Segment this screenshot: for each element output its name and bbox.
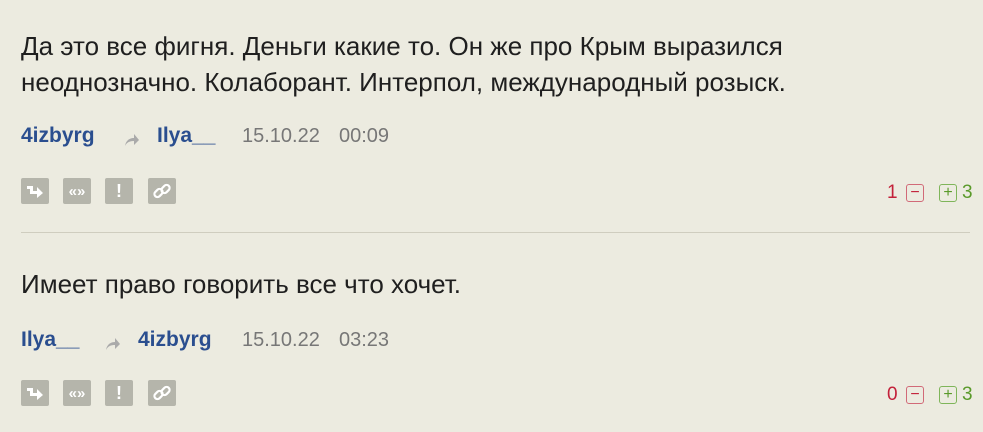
rating: 1 − + 3 <box>887 181 973 205</box>
vote-minus-button[interactable]: − <box>906 184 924 202</box>
link-icon[interactable] <box>148 380 176 406</box>
vote-plus-button[interactable]: + <box>939 184 957 202</box>
reply-icon[interactable] <box>21 380 49 406</box>
comment-time: 03:23 <box>339 329 390 351</box>
positive-count: 3 <box>962 384 973 405</box>
comment-text: Имеет право говорить все что хочет. <box>21 266 461 302</box>
reply-icon[interactable] <box>21 178 49 204</box>
comment-time: 00:09 <box>339 125 390 147</box>
comment: Да это все фигня. Деньги какие то. Он же… <box>0 0 983 232</box>
reply-arrow-icon <box>105 333 121 350</box>
comment-date: 15.10.22 <box>242 329 320 351</box>
link-icon[interactable] <box>148 178 176 204</box>
rating: 0 − + 3 <box>887 383 973 407</box>
comment-text-line: Да это все фигня. Деньги какие то. Он же… <box>21 31 783 61</box>
report-icon[interactable]: ! <box>105 178 133 204</box>
comment-text-line: Имеет право говорить все что хочет. <box>21 269 462 299</box>
comment-text-line: неоднозначно. Колаборант. Интерпол, межд… <box>21 67 786 97</box>
author-link[interactable]: Ilya__ <box>21 328 79 352</box>
comment-text: Да это все фигня. Деньги какие то. Он же… <box>21 28 786 100</box>
author-link[interactable]: 4izbyrg <box>21 124 95 148</box>
quote-icon[interactable]: «» <box>63 380 91 406</box>
quote-icon[interactable]: «» <box>63 178 91 204</box>
vote-minus-button[interactable]: − <box>906 386 924 404</box>
comment: Имеет право говорить все что хочет. Ilya… <box>0 233 983 432</box>
report-icon[interactable]: ! <box>105 380 133 406</box>
vote-plus-button[interactable]: + <box>939 386 957 404</box>
reply-arrow-icon <box>124 129 140 146</box>
reply-to-link[interactable]: Ilya__ <box>157 124 215 148</box>
negative-count: 0 <box>887 384 898 405</box>
negative-count: 1 <box>887 182 898 203</box>
reply-to-link[interactable]: 4izbyrg <box>138 328 212 352</box>
positive-count: 3 <box>962 182 973 203</box>
comment-date: 15.10.22 <box>242 125 320 147</box>
